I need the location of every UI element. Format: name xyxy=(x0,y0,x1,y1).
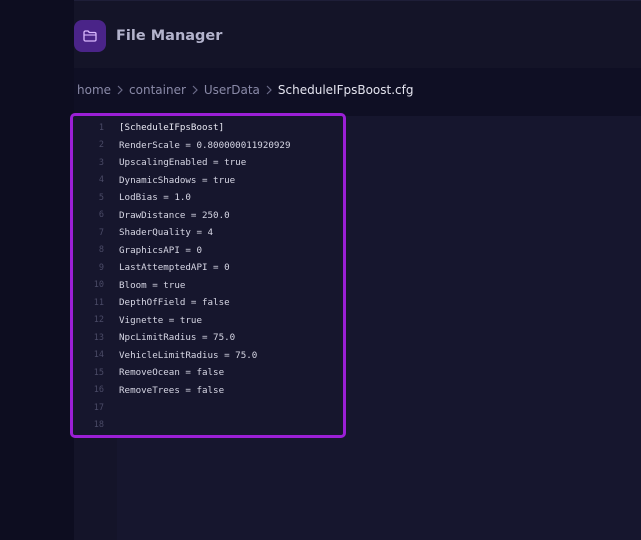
line-text: DrawDistance = 250.0 xyxy=(119,209,230,221)
line-text: DepthOfField = false xyxy=(119,297,230,309)
code-line[interactable]: 17 xyxy=(84,399,334,417)
folder-icon[interactable] xyxy=(74,20,106,52)
code-line[interactable]: 12 Vignette = true xyxy=(84,312,334,330)
line-text: DynamicShadows = true xyxy=(119,174,236,186)
line-number: 11 xyxy=(93,297,104,308)
code-line[interactable]: 2 RenderScale = 0.800000011920929 xyxy=(84,137,334,155)
line-text: RemoveTrees = false xyxy=(119,384,225,396)
line-text: [ScheduleIFpsBoost] xyxy=(119,122,225,134)
line-number: 16 xyxy=(93,385,104,396)
code-line[interactable]: 13 NpcLimitRadius = 75.0 xyxy=(84,329,334,347)
breadcrumb: home container UserData ScheduleIFpsBoos… xyxy=(77,81,414,99)
code-line[interactable]: 4 DynamicShadows = true xyxy=(84,172,334,190)
line-number: 14 xyxy=(93,350,104,361)
line-text: UpscalingEnabled = true xyxy=(119,157,247,169)
line-number: 2 xyxy=(98,140,104,151)
code-line[interactable]: 15 RemoveOcean = false xyxy=(84,364,334,382)
line-text: Vignette = true xyxy=(119,314,202,326)
code-line[interactable]: 11 DepthOfField = false xyxy=(84,294,334,312)
code-line[interactable]: 8 GraphicsAPI = 0 xyxy=(84,242,334,260)
line-text: RenderScale = 0.800000011920929 xyxy=(119,139,291,151)
chevron-right-icon xyxy=(260,81,278,99)
code-line[interactable]: 1 [ScheduleIFpsBoost] xyxy=(84,119,334,137)
code-line[interactable]: 3 UpscalingEnabled = true xyxy=(84,154,334,172)
code-line[interactable]: 10 Bloom = true xyxy=(84,277,334,295)
line-number: 15 xyxy=(93,367,104,378)
breadcrumb-home[interactable]: home xyxy=(77,83,111,97)
breadcrumb-container[interactable]: container xyxy=(129,83,186,97)
line-text: ShaderQuality = 4 xyxy=(119,227,214,239)
chevron-right-icon xyxy=(111,81,129,99)
line-number: 17 xyxy=(93,402,104,413)
line-text: NpcLimitRadius = 75.0 xyxy=(119,332,236,344)
file-manager-window: File Manager home container UserData Sch… xyxy=(0,0,641,540)
code-line[interactable]: 14 VehicleLimitRadius = 75.0 xyxy=(84,347,334,365)
code-line[interactable]: 5 LodBias = 1.0 xyxy=(84,189,334,207)
code-line[interactable]: 18 xyxy=(84,417,334,435)
line-number: 8 xyxy=(98,245,104,256)
line-number: 12 xyxy=(93,315,104,326)
code-line[interactable]: 9 LastAttemptedAPI = 0 xyxy=(84,259,334,277)
code-line[interactable]: 16 RemoveTrees = false xyxy=(84,382,334,400)
code-line[interactable]: 7 ShaderQuality = 4 xyxy=(84,224,334,242)
line-number: 18 xyxy=(93,420,104,431)
app-title: File Manager xyxy=(116,28,223,44)
line-number: 9 xyxy=(98,262,104,273)
line-number: 4 xyxy=(98,175,104,186)
line-text: VehicleLimitRadius = 75.0 xyxy=(119,349,258,361)
line-number: 6 xyxy=(98,210,104,221)
breadcrumb-current-file: ScheduleIFpsBoost.cfg xyxy=(277,83,414,97)
line-text: LodBias = 1.0 xyxy=(119,192,191,204)
breadcrumb-userdata[interactable]: UserData xyxy=(204,83,260,97)
line-number: 7 xyxy=(98,227,104,238)
top-divider xyxy=(74,0,641,1)
line-number: 3 xyxy=(98,157,104,168)
line-number: 10 xyxy=(93,280,104,291)
line-text: GraphicsAPI = 0 xyxy=(119,244,202,256)
line-number: 13 xyxy=(93,332,104,343)
line-text: LastAttemptedAPI = 0 xyxy=(119,262,230,274)
chevron-right-icon xyxy=(186,81,204,99)
left-rail xyxy=(0,0,74,540)
line-text: Bloom = true xyxy=(119,279,186,291)
line-number: 5 xyxy=(98,192,104,203)
code-line[interactable]: 6 DrawDistance = 250.0 xyxy=(84,207,334,225)
line-number: 1 xyxy=(98,122,104,133)
line-text: RemoveOcean = false xyxy=(119,367,225,379)
code-area[interactable]: 1 [ScheduleIFpsBoost] 2 RenderScale = 0.… xyxy=(84,119,334,434)
